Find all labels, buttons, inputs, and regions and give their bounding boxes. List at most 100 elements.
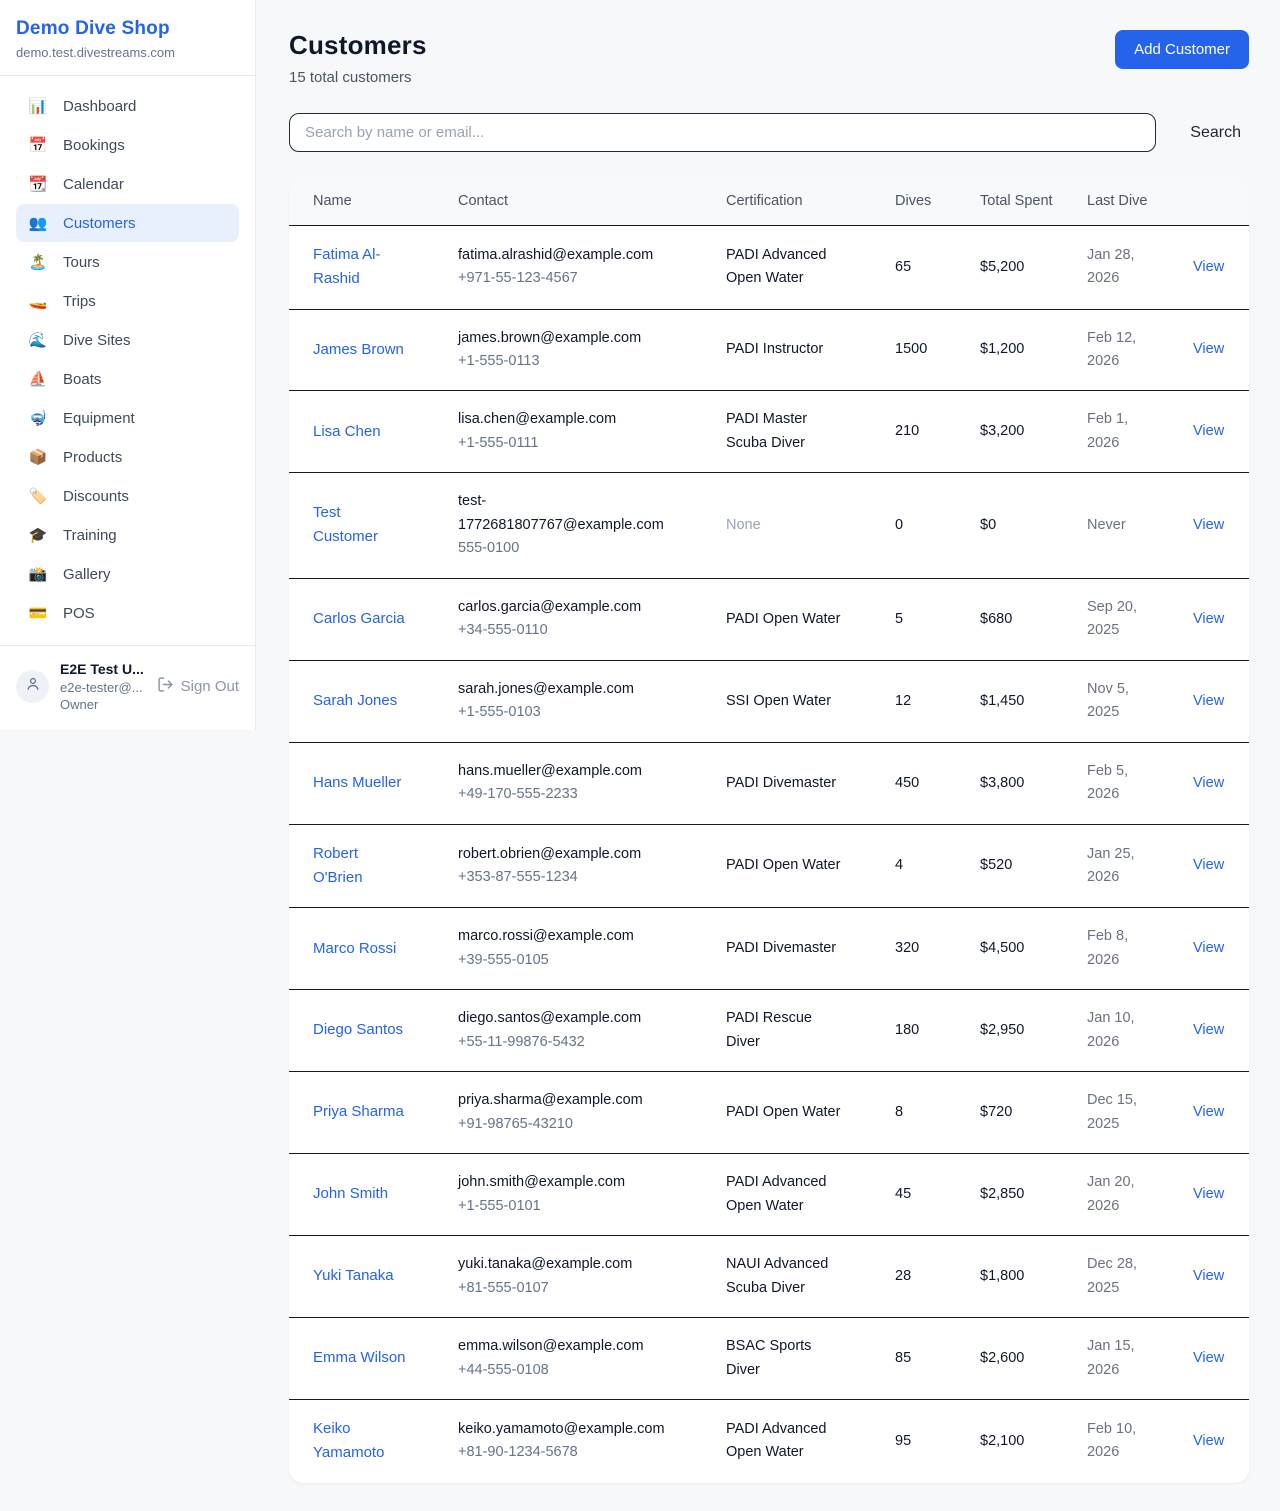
customer-last-dive: Sep 20, 2025 [1087,599,1137,638]
sidebar-item-dashboard[interactable]: 📊 Dashboard [16,87,239,125]
customer-name-link[interactable]: Emma Wilson [313,1346,406,1370]
island-icon: 🏝️ [28,253,48,271]
customer-dives: 8 [895,1104,903,1120]
customer-email: marco.rossi@example.com [458,925,676,948]
customer-name-link[interactable]: James Brown [313,338,404,362]
sign-out-button[interactable]: Sign Out [157,676,239,697]
view-link[interactable]: View [1193,1350,1224,1366]
people-icon: 👥 [28,214,48,232]
person-icon [24,675,42,698]
sidebar-item-tours[interactable]: 🏝️ Tours [16,243,239,281]
customer-last-dive: Dec 15, 2025 [1087,1092,1137,1131]
customer-name-link[interactable]: Priya Sharma [313,1100,404,1124]
sidebar-item-customers[interactable]: 👥 Customers [16,204,239,242]
customer-certification: PADI Open Water [726,608,848,631]
brand: Demo Dive Shop demo.test.divestreams.com [0,0,255,75]
customer-email: robert.obrien@example.com [458,843,676,866]
customer-name-link[interactable]: Keiko Yamamoto [313,1417,407,1465]
view-link[interactable]: View [1193,1186,1224,1202]
sidebar-item-calendar[interactable]: 📆 Calendar [16,165,239,203]
customer-last-dive: Dec 28, 2025 [1087,1256,1137,1295]
view-link[interactable]: View [1193,1268,1224,1284]
customer-certification: PADI Advanced Open Water [726,1418,848,1465]
customer-last-dive: Never [1087,517,1126,533]
col-header-total-spent: Total Spent [968,178,1075,226]
customer-certification: BSAC Sports Diver [726,1335,848,1382]
sidebar-item-gallery[interactable]: 📸 Gallery [16,555,239,593]
customer-name-link[interactable]: Carlos Garcia [313,607,405,631]
customer-email: priya.sharma@example.com [458,1089,676,1112]
col-header-name: Name [289,178,446,226]
user-email: e2e-tester@... [60,679,144,697]
page-title-block: Customers 15 total customers [289,30,427,86]
customer-last-dive: Feb 10, 2026 [1087,1421,1136,1460]
view-link[interactable]: View [1193,940,1224,956]
view-link[interactable]: View [1193,517,1224,533]
add-customer-button[interactable]: Add Customer [1115,30,1249,69]
sidebar-item-bookings[interactable]: 📅 Bookings [16,126,239,164]
view-link[interactable]: View [1193,1022,1224,1038]
customer-certification: PADI Rescue Diver [726,1007,848,1054]
col-header-dives: Dives [883,178,968,226]
sign-out-label: Sign Out [181,678,239,695]
bar-chart-icon: 📊 [28,97,48,115]
table-row: Robert O'Brien robert.obrien@example.com… [289,824,1249,907]
customer-dives: 0 [895,517,903,533]
view-link[interactable]: View [1193,1104,1224,1120]
customer-phone: +1-555-0111 [458,432,702,455]
wave-icon: 🌊 [28,331,48,349]
customer-name-link[interactable]: Marco Rossi [313,937,396,961]
credit-card-icon: 💳 [28,604,48,622]
customer-total-spent: $2,850 [980,1186,1024,1202]
customer-email: yuki.tanaka@example.com [458,1253,676,1276]
sidebar-item-equipment[interactable]: 🤿 Equipment [16,399,239,437]
customer-phone: 555-0100 [458,537,702,560]
customer-phone: +34-555-0110 [458,619,702,642]
tear-off-calendar-icon: 📆 [28,175,48,193]
customer-name-link[interactable]: Sarah Jones [313,689,397,713]
sidebar-item-boats[interactable]: ⛵ Boats [16,360,239,398]
view-link[interactable]: View [1193,611,1224,627]
customer-name-link[interactable]: Hans Mueller [313,771,401,795]
customer-last-dive: Jan 25, 2026 [1087,846,1135,885]
customer-total-spent: $1,800 [980,1268,1024,1284]
view-link[interactable]: View [1193,693,1224,709]
customer-name-link[interactable]: Diego Santos [313,1018,403,1042]
table-row: Hans Mueller hans.mueller@example.com +4… [289,742,1249,824]
table-row: Priya Sharma priya.sharma@example.com +9… [289,1072,1249,1154]
customer-certification: PADI Advanced Open Water [726,244,848,291]
col-header-actions [1163,178,1249,226]
view-link[interactable]: View [1193,775,1224,791]
user-name: E2E Test U... [60,660,144,679]
customer-name-link[interactable]: Fatima Al-Rashid [313,243,407,291]
customer-phone: +1-555-0103 [458,701,702,724]
sidebar-item-training[interactable]: 🎓 Training [16,516,239,554]
view-link[interactable]: View [1193,341,1224,357]
customer-dives: 12 [895,693,911,709]
customer-name-link[interactable]: Lisa Chen [313,420,381,444]
customer-total-spent: $1,200 [980,341,1024,357]
customer-dives: 85 [895,1350,911,1366]
view-link[interactable]: View [1193,259,1224,275]
sidebar-item-pos[interactable]: 💳 POS [16,594,239,632]
view-link[interactable]: View [1193,423,1224,439]
avatar [16,670,49,703]
col-header-contact: Contact [446,178,714,226]
view-link[interactable]: View [1193,1433,1224,1449]
customer-total-spent: $3,200 [980,423,1024,439]
table-row: Fatima Al-Rashid fatima.alrashid@example… [289,226,1249,309]
sidebar-item-dive-sites[interactable]: 🌊 Dive Sites [16,321,239,359]
customer-name-link[interactable]: John Smith [313,1182,388,1206]
table-row: Carlos Garcia carlos.garcia@example.com … [289,578,1249,660]
customer-phone: +81-90-1234-5678 [458,1441,702,1464]
customer-name-link[interactable]: Test Customer [313,501,407,549]
search-button[interactable]: Search [1182,120,1249,146]
sidebar-item-discounts[interactable]: 🏷️ Discounts [16,477,239,515]
search-input[interactable] [289,113,1156,152]
customer-name-link[interactable]: Yuki Tanaka [313,1264,394,1288]
sidebar-item-products[interactable]: 📦 Products [16,438,239,476]
customer-name-link[interactable]: Robert O'Brien [313,842,407,890]
view-link[interactable]: View [1193,857,1224,873]
sidebar-item-trips[interactable]: 🚤 Trips [16,282,239,320]
table-row: Lisa Chen lisa.chen@example.com +1-555-0… [289,391,1249,473]
